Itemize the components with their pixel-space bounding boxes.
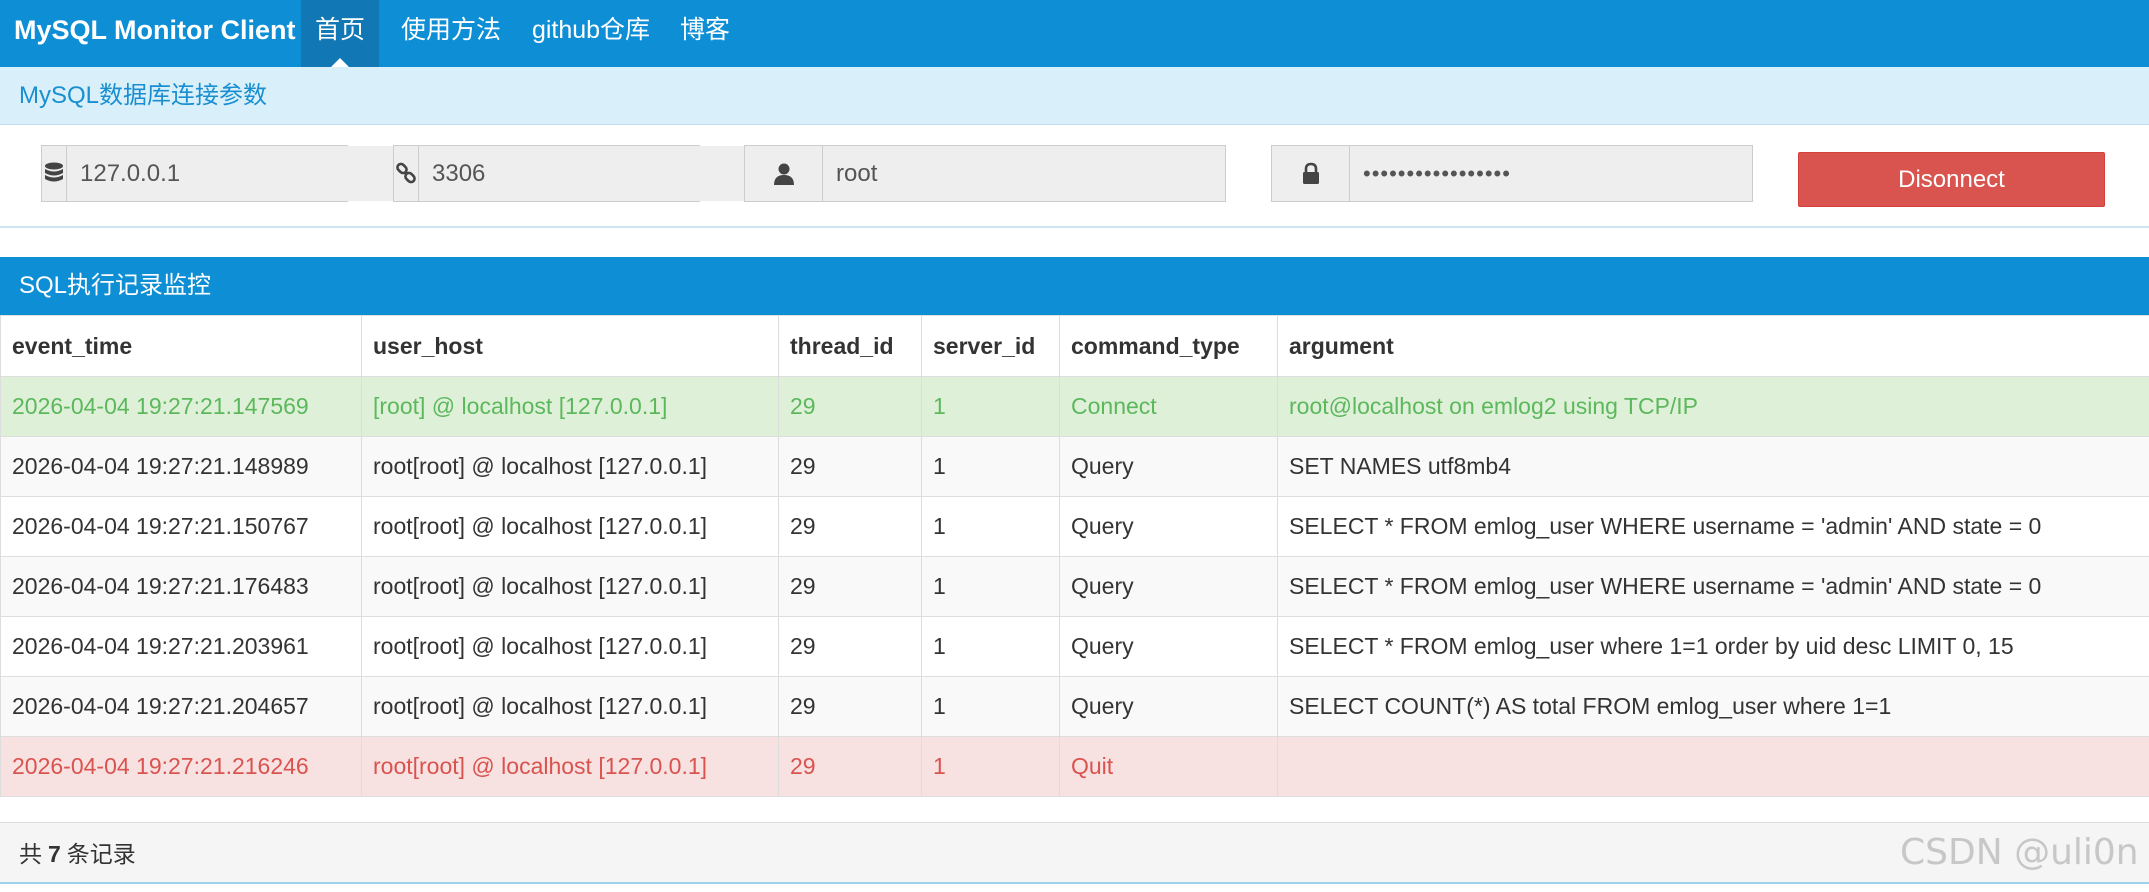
table-row: 2026-04-04 19:27:21.176483 root[root] @ … (0, 556, 2149, 617)
table-row: 2026-04-04 19:27:21.216246 root[root] @ … (0, 736, 2149, 797)
cell-server-id: 1 (921, 376, 1060, 437)
cell-event-time: 2026-04-04 19:27:21.204657 (0, 676, 362, 737)
nav-item-label: 使用方法 (400, 16, 501, 44)
disconnect-button[interactable]: Disonnect (1798, 152, 2105, 207)
cell-event-time: 2026-04-04 19:27:21.148989 (0, 436, 362, 497)
cell-command-type: Quit (1059, 736, 1278, 797)
cell-thread-id: 29 (778, 376, 922, 437)
cell-thread-id: 29 (778, 616, 922, 677)
cell-user-host: root[root] @ localhost [127.0.0.1] (361, 496, 779, 557)
cell-server-id: 1 (921, 496, 1060, 557)
database-icon (42, 146, 67, 201)
cell-argument: SELECT COUNT(*) AS total FROM emlog_user… (1277, 676, 2149, 737)
table-row: 2026-04-04 19:27:21.203961 root[root] @ … (0, 616, 2149, 677)
host-input-group (41, 145, 403, 202)
cell-argument: SELECT * FROM emlog_user where 1=1 order… (1277, 616, 2149, 677)
cell-argument: SELECT * FROM emlog_user WHERE username … (1277, 556, 2149, 617)
cell-user-host: root[root] @ localhost [127.0.0.1] (361, 556, 779, 617)
monitor-panel-heading: SQL执行记录监控 (0, 257, 2149, 315)
cell-event-time: 2026-04-04 19:27:21.150767 (0, 496, 362, 557)
cell-thread-id: 29 (778, 556, 922, 617)
nav-item-blog[interactable]: 博客 (673, 0, 737, 67)
password-input[interactable] (1350, 146, 1752, 201)
cell-command-type: Query (1059, 436, 1278, 497)
user-input-group (744, 145, 1226, 202)
cell-event-time: 2026-04-04 19:27:21.147569 (0, 376, 362, 437)
cell-argument: root@localhost on emlog2 using TCP/IP (1277, 376, 2149, 437)
cell-user-host: root[root] @ localhost [127.0.0.1] (361, 676, 779, 737)
table-row: 2026-04-04 19:27:21.147569 [root] @ loca… (0, 376, 2149, 437)
cell-event-time: 2026-04-04 19:27:21.203961 (0, 616, 362, 677)
csdn-watermark: CSDN @uli0n (1900, 832, 2139, 873)
link-icon (394, 146, 419, 201)
cell-argument (1277, 736, 2149, 797)
cell-thread-id: 29 (778, 676, 922, 737)
nav-item-label: 博客 (679, 16, 730, 44)
table-row: 2026-04-04 19:27:21.148989 root[root] @ … (0, 436, 2149, 497)
cell-server-id: 1 (921, 556, 1060, 617)
connection-panel: MySQL数据库连接参数 127.0.0.1 3306 root •••••••… (0, 67, 2149, 228)
connection-panel-heading: MySQL数据库连接参数 (0, 67, 2149, 125)
cell-user-host: root[root] @ localhost [127.0.0.1] (361, 616, 779, 677)
table-row: 2026-04-04 19:27:21.150767 root[root] @ … (0, 496, 2149, 557)
cell-thread-id: 29 (778, 736, 922, 797)
record-count-footer: 共 7 条记录 (0, 822, 2149, 884)
cell-server-id: 1 (921, 616, 1060, 677)
table-header-row: event_time user_host thread_id server_id… (0, 315, 2149, 377)
nav-item-github[interactable]: github仓库 (523, 0, 659, 67)
cell-event-time: 2026-04-04 19:27:21.176483 (0, 556, 362, 617)
record-count-prefix: 共 (19, 841, 42, 867)
active-indicator-caret (331, 58, 349, 67)
column-header-user-host: user_host (361, 315, 779, 377)
nav-item-usage[interactable]: 使用方法 (393, 0, 509, 67)
cell-event-time: 2026-04-04 19:27:21.216246 (0, 736, 362, 797)
cell-user-host: [root] @ localhost [127.0.0.1] (361, 376, 779, 437)
brand-title[interactable]: MySQL Monitor Client (0, 0, 301, 67)
cell-thread-id: 29 (778, 496, 922, 557)
column-header-event-time: event_time (0, 315, 362, 377)
nav-item-label: github仓库 (531, 16, 651, 44)
user-icon (745, 146, 823, 201)
cell-argument: SET NAMES utf8mb4 (1277, 436, 2149, 497)
cell-user-host: root[root] @ localhost [127.0.0.1] (361, 736, 779, 797)
cell-server-id: 1 (921, 436, 1060, 497)
cell-user-host: root[root] @ localhost [127.0.0.1] (361, 436, 779, 497)
cell-command-type: Connect (1059, 376, 1278, 437)
lock-icon (1272, 146, 1350, 201)
cell-command-type: Query (1059, 496, 1278, 557)
cell-command-type: Query (1059, 676, 1278, 737)
nav-item-label: 首页 (314, 16, 365, 44)
record-count-suffix: 条记录 (66, 841, 136, 867)
port-input[interactable] (419, 146, 755, 201)
password-input-group (1271, 145, 1753, 202)
cell-server-id: 1 (921, 736, 1060, 797)
column-header-argument: argument (1277, 315, 2149, 377)
cell-command-type: Query (1059, 616, 1278, 677)
column-header-server-id: server_id (921, 315, 1060, 377)
cell-command-type: Query (1059, 556, 1278, 617)
cell-server-id: 1 (921, 676, 1060, 737)
cell-argument: SELECT * FROM emlog_user WHERE username … (1277, 496, 2149, 557)
cell-thread-id: 29 (778, 436, 922, 497)
top-navbar: MySQL Monitor Client 首页 使用方法 github仓库 博客 (0, 0, 2149, 67)
username-input[interactable] (823, 146, 1225, 201)
port-input-group (393, 145, 755, 202)
nav-item-home[interactable]: 首页 (301, 0, 379, 67)
column-header-thread-id: thread_id (778, 315, 922, 377)
record-count-value: 7 (48, 841, 61, 867)
sql-log-table: event_time user_host thread_id server_id… (0, 315, 2149, 797)
host-input[interactable] (67, 146, 403, 201)
table-row: 2026-04-04 19:27:21.204657 root[root] @ … (0, 676, 2149, 737)
column-header-command-type: command_type (1059, 315, 1278, 377)
